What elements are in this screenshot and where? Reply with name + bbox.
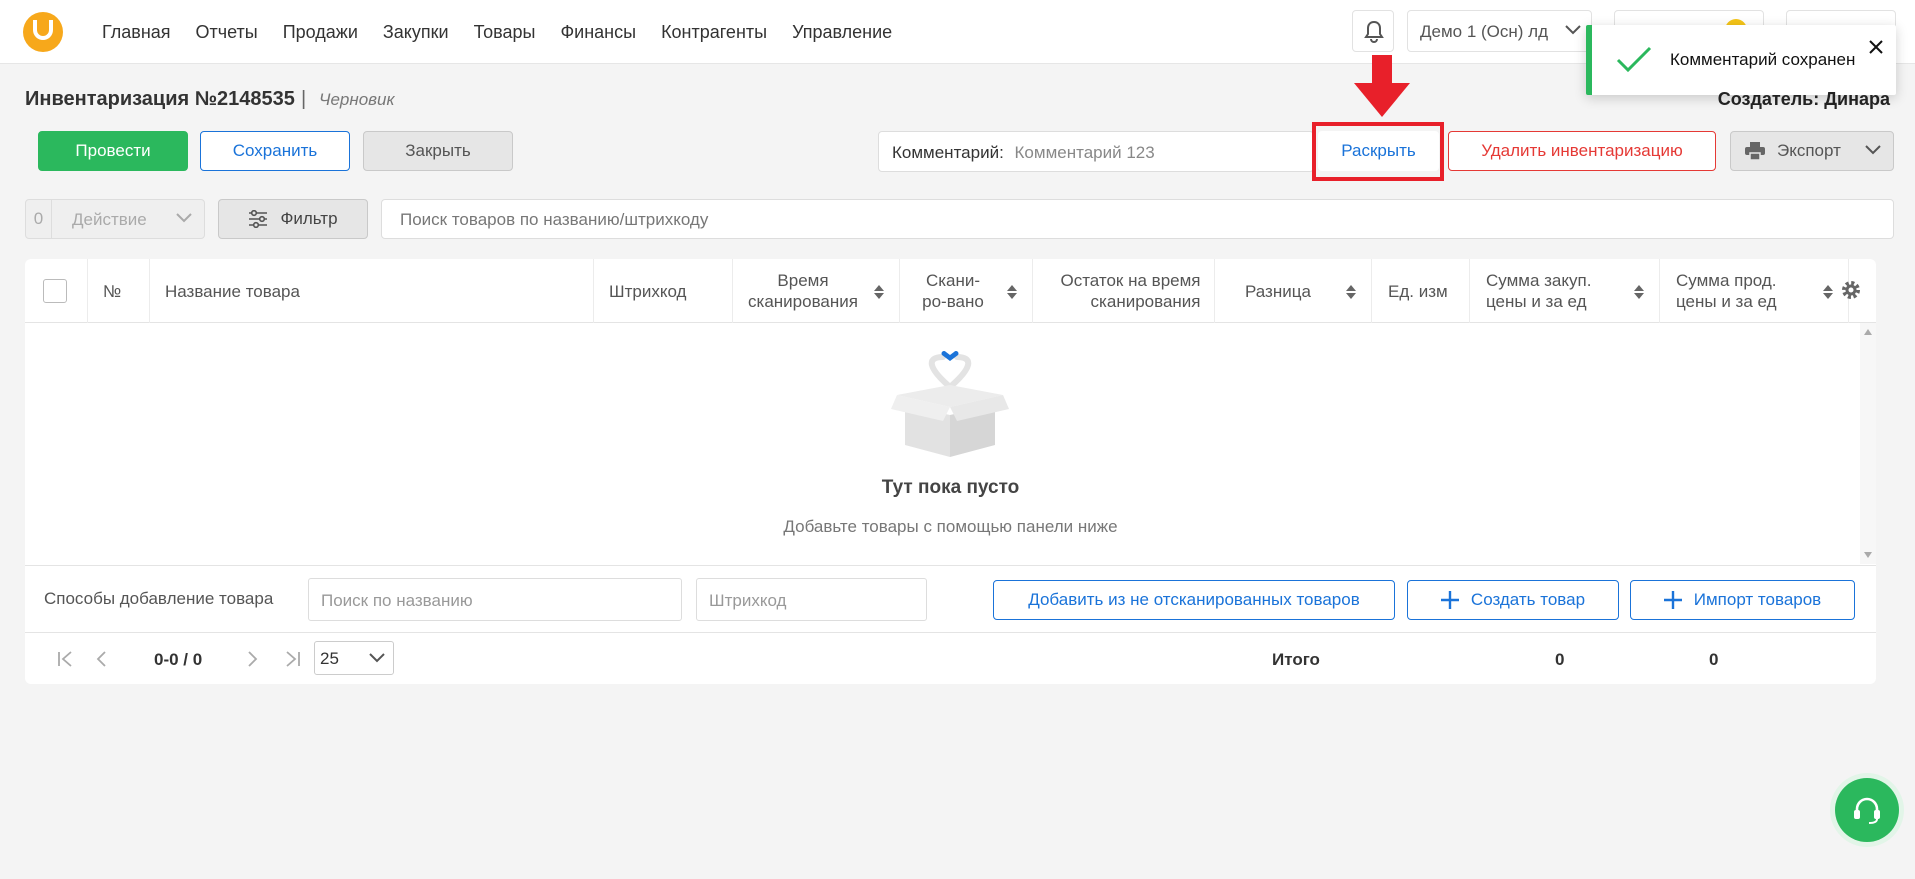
column-difference[interactable]: Разница [1215, 259, 1372, 323]
column-purchase-sum[interactable]: Сумма закуп. цены и за ед [1470, 259, 1660, 323]
headset-icon [1854, 797, 1880, 824]
selected-count: 0 [26, 200, 52, 238]
organization-select[interactable]: Демо 1 (Осн) лд [1407, 10, 1592, 52]
product-search-input[interactable]: Поиск товаров по названию/штрихкоду [381, 199, 1894, 239]
toast-notification: Комментарий сохранен [1586, 25, 1896, 95]
chevron-down-icon [1565, 25, 1581, 35]
export-button[interactable]: Экспорт [1730, 131, 1894, 171]
title-separator: | [301, 88, 307, 110]
import-products-button[interactable]: Импорт товаров [1630, 580, 1855, 620]
add-unscanned-label: Добавить из не отсканированных товаров [1028, 590, 1360, 609]
bell-icon [1364, 20, 1384, 43]
filter-icon [249, 210, 268, 228]
last-page-icon[interactable] [285, 651, 301, 667]
gear-icon[interactable] [1840, 279, 1862, 301]
page-title: Инвентаризация №2148535 [25, 88, 295, 110]
bulk-action-label: Действие [72, 210, 147, 229]
column-sale-sum[interactable]: Сумма прод. цены и за ед [1660, 259, 1849, 323]
scroll-down-icon[interactable] [1864, 552, 1872, 558]
product-search-placeholder: Поиск товаров по названию/штрихкоду [400, 210, 709, 229]
support-chat-button[interactable] [1835, 778, 1899, 842]
conduct-button[interactable]: Провести [38, 131, 188, 171]
add-products-panel: Способы добавление товара Поиск по назва… [25, 565, 1876, 633]
nav-item-finance[interactable]: Финансы [560, 22, 636, 43]
sort-icon[interactable] [873, 284, 885, 300]
logo-icon[interactable] [23, 12, 63, 52]
total-label: Итого [1272, 650, 1320, 669]
comment-label: Комментарий: [892, 143, 1004, 162]
column-product-name[interactable]: Название товара [150, 259, 594, 323]
total-sale-sum: 0 [1709, 650, 1719, 669]
column-barcode[interactable]: Штрихкод [594, 259, 733, 323]
page-size-value: 25 [320, 649, 339, 668]
search-by-name-input[interactable]: Поиск по названию [308, 578, 682, 621]
scroll-up-icon[interactable] [1864, 329, 1872, 335]
sort-icon[interactable] [1633, 284, 1645, 300]
chevron-down-icon [1865, 145, 1881, 155]
toast-message: Комментарий сохранен [1670, 50, 1856, 69]
chevron-down-icon [369, 653, 385, 663]
prev-page-icon[interactable] [95, 651, 107, 667]
table-header: № Название товара Штрихкод Время сканиро… [25, 259, 1876, 323]
barcode-input[interactable]: Штрихкод [696, 578, 927, 621]
organization-select-value: Демо 1 (Осн) лд [1420, 22, 1549, 41]
document-status: Черновик [319, 90, 395, 109]
barcode-placeholder: Штрихкод [709, 591, 787, 610]
check-icon [1616, 46, 1652, 73]
creator-label: Создатель: Динара [1717, 89, 1890, 109]
nav-item-purchases[interactable]: Закупки [383, 22, 449, 43]
plus-icon [1440, 591, 1459, 609]
add-unscanned-button[interactable]: Добавить из не отсканированных товаров [993, 580, 1395, 620]
select-all-checkbox[interactable] [43, 279, 67, 303]
column-stock-at-scan[interactable]: Остаток на время сканирования [1033, 259, 1215, 323]
next-page-icon[interactable] [247, 651, 259, 667]
nav-item-products[interactable]: Товары [474, 22, 536, 43]
export-label: Экспорт [1777, 141, 1841, 160]
filter-label: Фильтр [280, 209, 338, 228]
arrow-down-icon [1354, 55, 1410, 117]
comment-value: Комментарий 123 [1014, 143, 1155, 162]
main-nav: Главная Отчеты Продажи Закупки Товары Фи… [102, 22, 892, 43]
sort-icon[interactable] [1822, 284, 1834, 300]
column-unit[interactable]: Ед. изм [1372, 259, 1470, 323]
add-methods-label: Способы добавление товара [44, 589, 274, 608]
filter-button[interactable]: Фильтр [218, 199, 368, 239]
close-icon[interactable] [1868, 39, 1884, 55]
page-range: 0-0 / 0 [154, 650, 203, 669]
plus-icon [1663, 591, 1682, 609]
nav-item-management[interactable]: Управление [792, 22, 892, 43]
empty-state-title: Тут пока пусто [881, 477, 1020, 498]
sort-icon[interactable] [1345, 284, 1357, 300]
notifications-button[interactable] [1352, 10, 1394, 52]
empty-box-icon [891, 351, 1009, 457]
create-product-button[interactable]: Создать товар [1407, 580, 1619, 620]
page-size-select[interactable]: 25 [314, 641, 394, 675]
nav-item-home[interactable]: Главная [102, 22, 171, 43]
bulk-action-select[interactable]: 0 Действие [25, 199, 205, 239]
empty-state-subtitle: Добавьте товары с помощью панели ниже [783, 517, 1118, 536]
comment-field[interactable]: Комментарий: Комментарий 123 [878, 131, 1314, 172]
sort-icon[interactable] [1006, 284, 1018, 300]
chevron-down-icon [176, 213, 192, 223]
import-products-label: Импорт товаров [1693, 590, 1822, 609]
column-scanned[interactable]: Скани-ро-вано [900, 259, 1033, 323]
select-all-column [25, 259, 88, 323]
pagination: 0-0 / 0 25 Итого 0 0 [25, 633, 1876, 684]
search-by-name-placeholder: Поиск по названию [321, 591, 473, 610]
save-button[interactable]: Сохранить [200, 131, 350, 171]
delete-inventory-button[interactable]: Удалить инвентаризацию [1448, 131, 1716, 171]
column-scan-time[interactable]: Время сканирования [733, 259, 900, 323]
total-purchase-sum: 0 [1555, 650, 1565, 669]
nav-item-contractors[interactable]: Контрагенты [661, 22, 767, 43]
inventory-table: № Название товара Штрихкод Время сканиро… [25, 259, 1876, 684]
create-product-label: Создать товар [1470, 590, 1586, 609]
first-page-icon[interactable] [57, 651, 73, 667]
printer-icon [1745, 142, 1765, 160]
nav-item-sales[interactable]: Продажи [283, 22, 358, 43]
column-number[interactable]: № [88, 259, 150, 323]
close-button[interactable]: Закрыть [363, 131, 513, 171]
nav-item-reports[interactable]: Отчеты [196, 22, 258, 43]
highlight-frame [1312, 122, 1444, 181]
